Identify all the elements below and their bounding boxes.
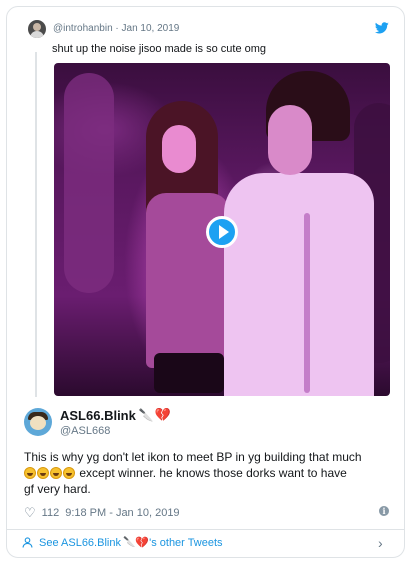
video-thumbnail[interactable] (54, 63, 390, 396)
quoted-tweet-text: shut up the noise jisoo made is so cute … (52, 43, 267, 55)
author-handle[interactable]: @ASL668 (60, 425, 110, 437)
thread-line (35, 52, 37, 397)
tweet-text-segment: except winner. he knows those dorks want… (76, 466, 347, 480)
person-icon (22, 537, 33, 548)
background-figure (64, 73, 114, 293)
twitter-bird-icon[interactable] (375, 22, 389, 34)
see-prefix[interactable]: See ASL66.Blink (39, 537, 121, 549)
footer[interactable]: See ASL66.Blink 🔪 💔 's other Tweets › (6, 530, 405, 558)
quoted-handle-date[interactable]: @introhanbin · Jan 10, 2019 (53, 23, 179, 34)
see-other-tweets-link[interactable]: See ASL66.Blink 🔪 💔 's other Tweets (22, 536, 223, 549)
author-display-name[interactable]: ASL66.Blink (60, 408, 136, 423)
quoted-date[interactable]: Jan 10, 2019 (122, 23, 180, 34)
woman-face (162, 125, 196, 173)
laughing-emoji-icon (63, 467, 75, 479)
heart-icon[interactable]: ♡ (24, 505, 36, 521)
man-jacket (224, 173, 374, 396)
see-suffix[interactable]: 's other Tweets (149, 537, 222, 549)
chevron-right-icon[interactable]: › (378, 535, 383, 551)
woman-skirt (154, 353, 224, 393)
tweet-text-line: This is why yg don't let ikon to meet BP… (24, 450, 362, 464)
laughing-emoji-icon (37, 467, 49, 479)
tweet-text-line: except winner. he knows those dorks want… (24, 465, 394, 481)
knife-emoji-icon: 🔪 (122, 537, 136, 548)
quoted-avatar[interactable] (28, 20, 46, 38)
play-icon (218, 225, 229, 239)
author-name[interactable]: ASL66.Blink 🔪 💔 (60, 407, 171, 423)
tweet-meta: ♡ 112 9:18 PM - Jan 10, 2019 (24, 505, 180, 521)
author-avatar[interactable] (24, 408, 52, 436)
like-count[interactable]: 112 (42, 507, 60, 519)
jacket-fold (304, 213, 310, 393)
quoted-handle[interactable]: @introhanbin (53, 23, 113, 34)
tweet-timestamp[interactable]: 9:18 PM - Jan 10, 2019 (65, 507, 179, 519)
knife-emoji-icon: 🔪 (138, 408, 154, 422)
man-face (268, 105, 312, 175)
info-icon[interactable]: i (379, 506, 389, 516)
broken-heart-emoji-icon: 💔 (154, 407, 171, 422)
laughing-emoji-icon (50, 467, 62, 479)
avatar-face (30, 416, 46, 430)
broken-heart-emoji-icon: 💔 (135, 537, 150, 549)
laughing-emoji-icon (24, 467, 36, 479)
tweet-text-line: gf very hard. (24, 482, 91, 496)
play-button[interactable] (206, 216, 238, 248)
tweet-text: This is why yg don't let ikon to meet BP… (24, 449, 394, 497)
